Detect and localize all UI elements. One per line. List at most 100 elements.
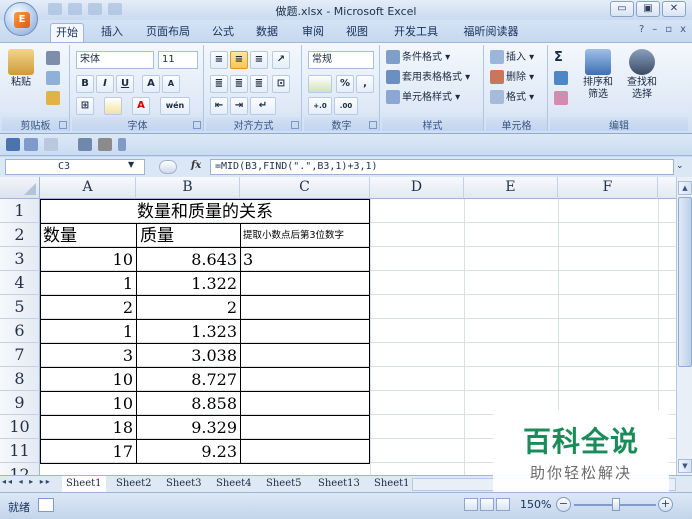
fill-icon[interactable] <box>554 71 568 85</box>
formula-input[interactable]: =MID(B3,FIND(".",B3,1)+3,1) <box>210 159 674 175</box>
tab-page-layout[interactable]: 页面布局 <box>140 23 196 42</box>
row-header[interactable]: 1 <box>0 199 40 223</box>
row-header[interactable]: 5 <box>0 295 40 319</box>
alignment-expander-icon[interactable] <box>291 121 299 129</box>
format-painter-icon[interactable] <box>46 91 60 105</box>
row-header[interactable]: 8 <box>0 367 40 391</box>
format-cells-button[interactable]: 格式 ▾ <box>490 89 534 107</box>
row-header[interactable]: 7 <box>0 343 40 367</box>
header-cell-extract[interactable]: 提取小数点后第3位数字 <box>240 223 370 248</box>
row-header[interactable]: 3 <box>0 247 40 271</box>
data-cell-c[interactable] <box>240 439 370 464</box>
data-cell-a[interactable]: 3 <box>40 343 137 368</box>
data-cell-a[interactable]: 17 <box>40 439 137 464</box>
page-layout-view-icon[interactable] <box>480 498 494 511</box>
sheet-tab[interactable]: Sheet1 <box>370 476 414 492</box>
sheet-navigation-buttons[interactable]: ◂◂ ◂ ▸ ▸▸ <box>2 477 52 486</box>
sheet-tab[interactable]: Sheet1 <box>62 476 106 492</box>
minimize-button[interactable]: ▭ <box>610 1 634 17</box>
align-bottom-icon[interactable]: ≡ <box>250 51 268 69</box>
page-break-view-icon[interactable] <box>496 498 510 511</box>
zoom-slider-thumb[interactable] <box>612 498 620 511</box>
row-header[interactable]: 10 <box>0 415 40 439</box>
clear-icon[interactable] <box>554 91 568 105</box>
number-expander-icon[interactable] <box>369 121 377 129</box>
data-cell-c[interactable] <box>240 415 370 440</box>
bold-button[interactable]: B <box>76 75 94 93</box>
merge-center-icon[interactable]: ⊡ <box>272 75 290 93</box>
data-cell-a[interactable]: 18 <box>40 415 137 440</box>
phonetic-button[interactable]: wén <box>160 97 190 115</box>
expand-formula-bar-icon[interactable]: ⌄ <box>676 161 684 171</box>
row-header[interactable]: 6 <box>0 319 40 343</box>
shrink-font-button[interactable]: A <box>162 75 180 93</box>
save-icon[interactable] <box>6 138 20 151</box>
find-select-button[interactable]: 查找和 选择 <box>622 49 662 101</box>
workbook-restore-button[interactable]: ▫ <box>665 24 672 35</box>
restore-button[interactable]: ▣ <box>636 1 660 17</box>
tab-data[interactable]: 数据 <box>250 23 284 42</box>
data-cell-c[interactable] <box>240 391 370 416</box>
orientation-icon[interactable]: ↗ <box>272 51 290 69</box>
data-cell-b[interactable]: 9.23 <box>136 439 241 464</box>
undo-icon[interactable] <box>24 138 38 151</box>
close-button[interactable]: ✕ <box>662 1 686 17</box>
fill-color-icon[interactable] <box>104 97 122 115</box>
data-cell-a[interactable]: 1 <box>40 271 137 296</box>
help-icon[interactable]: ? <box>639 24 644 35</box>
tab-home[interactable]: 开始 <box>50 23 84 42</box>
data-cell-a[interactable]: 2 <box>40 295 137 320</box>
data-cell-b[interactable]: 3.038 <box>136 343 241 368</box>
column-header-f[interactable]: F <box>558 177 658 199</box>
align-left-icon[interactable]: ≣ <box>210 75 228 93</box>
data-cell-a[interactable]: 10 <box>40 367 137 392</box>
column-header-e[interactable]: E <box>464 177 558 199</box>
zoom-out-button[interactable]: − <box>556 497 571 512</box>
align-center-icon[interactable]: ≣ <box>230 75 248 93</box>
normal-view-icon[interactable] <box>464 498 478 511</box>
insert-cells-button[interactable]: 插入 ▾ <box>490 49 534 67</box>
sheet-tab[interactable]: Sheet5 <box>262 476 306 492</box>
office-button[interactable]: E <box>4 2 38 36</box>
row-header[interactable]: 9 <box>0 391 40 415</box>
tab-view[interactable]: 视图 <box>340 23 374 42</box>
data-cell-b[interactable]: 1.322 <box>136 271 241 296</box>
name-box[interactable]: C3 <box>5 159 145 175</box>
sheet-tab[interactable]: Sheet3 <box>162 476 206 492</box>
increase-decimal-button[interactable]: +.0 <box>308 97 332 115</box>
column-header-g[interactable] <box>658 177 676 199</box>
row-header[interactable]: 4 <box>0 271 40 295</box>
decrease-decimal-button[interactable]: .00 <box>334 97 358 115</box>
cancel-entry-icon[interactable] <box>159 160 177 174</box>
borders-icon[interactable]: ⊞ <box>76 97 94 115</box>
cell-styles-button[interactable]: 单元格样式 ▾ <box>386 89 460 107</box>
italic-button[interactable]: I <box>96 75 114 93</box>
data-cell-b[interactable]: 2 <box>136 295 241 320</box>
align-middle-icon[interactable]: ≡ <box>230 51 248 69</box>
data-cell-a[interactable]: 10 <box>40 247 137 272</box>
data-cell-a[interactable]: 10 <box>40 391 137 416</box>
align-right-icon[interactable]: ≣ <box>250 75 268 93</box>
header-cell-quantity[interactable]: 数量 <box>40 223 137 248</box>
row-header[interactable]: 11 <box>0 439 40 463</box>
zoom-in-button[interactable]: + <box>658 497 673 512</box>
font-name-select[interactable]: 宋体 <box>76 51 154 69</box>
data-cell-a[interactable]: 1 <box>40 319 137 344</box>
vertical-scrollbar[interactable]: ▲ ▼ <box>676 177 692 475</box>
row-header[interactable]: 12 <box>0 463 40 475</box>
data-cell-c[interactable] <box>240 319 370 344</box>
column-header-d[interactable]: D <box>370 177 464 199</box>
data-cell-b[interactable]: 8.643 <box>136 247 241 272</box>
header-cell-mass[interactable]: 质量 <box>136 223 241 248</box>
percent-button[interactable]: % <box>336 75 354 93</box>
row-header[interactable]: 2 <box>0 223 40 247</box>
conditional-format-button[interactable]: 条件格式 ▾ <box>386 49 450 67</box>
increase-indent-icon[interactable]: ⇥ <box>230 97 248 115</box>
data-cell-c[interactable] <box>240 367 370 392</box>
comma-button[interactable]: , <box>356 75 374 93</box>
grow-font-button[interactable]: A <box>142 75 160 93</box>
format-as-table-button[interactable]: 套用表格格式 ▾ <box>386 69 470 87</box>
sheet-tab[interactable]: Sheet4 <box>212 476 256 492</box>
customize-qat-icon[interactable] <box>118 138 126 151</box>
cut-icon[interactable] <box>46 51 60 65</box>
